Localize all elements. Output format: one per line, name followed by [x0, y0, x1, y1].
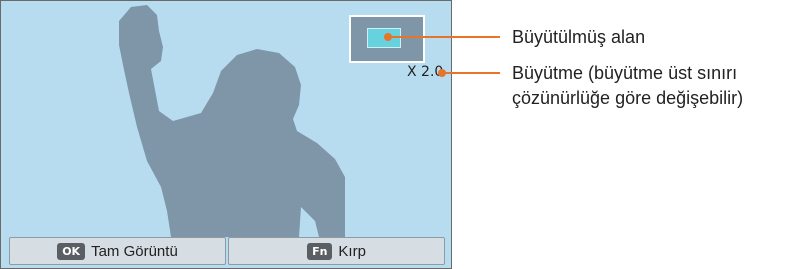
- magnified-area-label: Büyütülmüş alan: [512, 27, 646, 47]
- magnification-label-line2: çözünürlüğe göre değişebilir): [512, 88, 744, 108]
- callout-lines: [384, 33, 500, 77]
- magnification-label-line1: Büyütme (büyütme üst sınırı: [512, 63, 738, 83]
